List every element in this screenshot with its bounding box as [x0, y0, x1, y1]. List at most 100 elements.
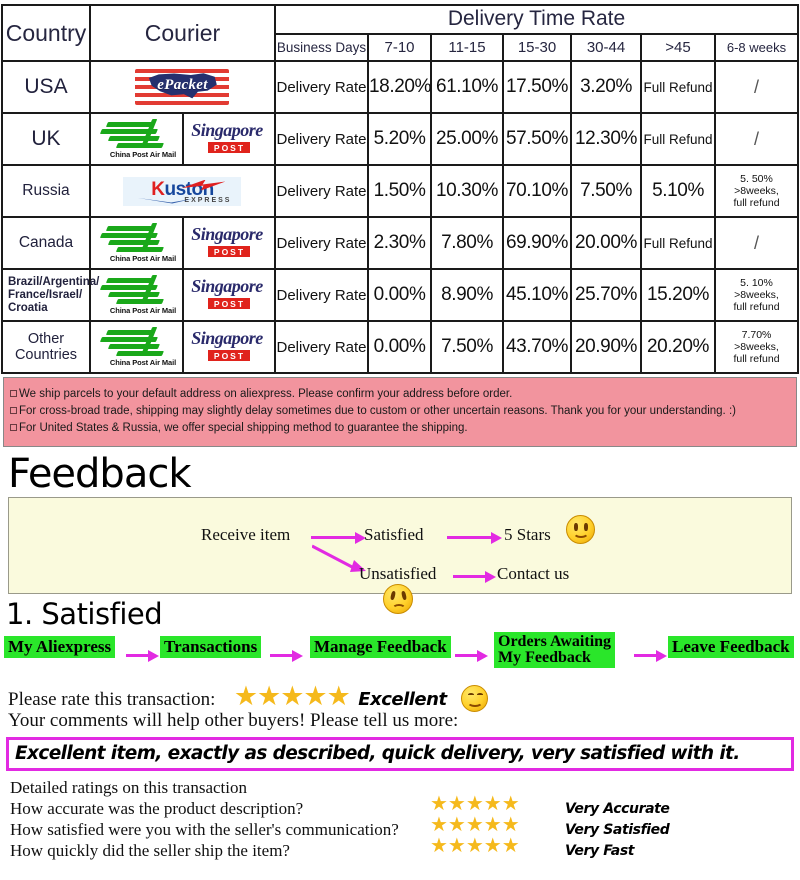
- china-post-air-mail-logo-icon: China Post Air Mail: [91, 119, 195, 159]
- detail-question: How satisfied were you with the seller's…: [10, 820, 399, 839]
- detail-question: How accurate was the product description…: [10, 799, 304, 818]
- notice-line: For United States & Russia, we offer spe…: [10, 421, 790, 436]
- rate-value: Full Refund: [640, 60, 716, 114]
- step-leave-feedback[interactable]: Leave Feedback: [668, 636, 794, 658]
- step-manage-feedback[interactable]: Manage Feedback: [310, 636, 451, 658]
- rate-value: 7.70% >8weeks, full refund: [713, 320, 800, 374]
- singapore-post-logo-icon: Singapore POST: [191, 224, 263, 257]
- detail-rating-row: How satisfied were you with the seller's…: [10, 815, 800, 840]
- rate-value: /: [713, 60, 800, 114]
- courier-logo-china-post: China Post Air Mail: [88, 112, 184, 166]
- bullet-box-icon: [10, 407, 17, 414]
- comment-text: Excellent item, exactly as described, qu…: [15, 743, 740, 764]
- header-range-30-44: 30-44: [570, 32, 642, 62]
- table-row: Canada China Post Air Mail Singapore POS…: [0, 216, 800, 270]
- feedback-flow-box: Receive item Satisfied 5 Stars Unsatisfi…: [8, 497, 792, 614]
- country-uk: UK: [0, 112, 91, 166]
- table-row: USA ePacket Delivery Rate 18.20% 61.10% …: [0, 60, 800, 114]
- delivery-rate-label: Delivery Rate: [274, 216, 369, 270]
- bullet-box-icon: [10, 390, 17, 397]
- detail-stars[interactable]: ★★★★★: [430, 794, 520, 815]
- rate-value: 57.50%: [502, 112, 572, 166]
- rate-value: 20.20%: [640, 320, 716, 374]
- rate-value: 7.80%: [430, 216, 504, 270]
- detail-rating-row: How accurate was the product description…: [10, 794, 800, 819]
- country-other: Other Countries: [0, 320, 91, 374]
- detailed-ratings-title: Detailed ratings on this transaction: [10, 778, 247, 797]
- step-orders-awaiting-my-feedback[interactable]: Orders Awaiting My Feedback: [494, 632, 616, 668]
- rate-value: 20.00%: [570, 216, 642, 270]
- rate-value: 20.90%: [570, 320, 642, 374]
- rate-value: 10.30%: [430, 164, 504, 218]
- feedback-heading: Feedback: [8, 451, 192, 497]
- country-usa: USA: [0, 60, 91, 114]
- header-delivery-time-rate: Delivery Time Rate: [273, 4, 800, 35]
- step-my-aliexpress[interactable]: My Aliexpress: [4, 636, 116, 658]
- detail-verdict: Very Satisfied: [565, 822, 670, 838]
- courier-logo-singapore-post: Singapore POST: [181, 268, 277, 322]
- rate-value: 7.50%: [430, 320, 504, 374]
- smiley-face-icon: [566, 515, 595, 544]
- detail-stars[interactable]: ★★★★★: [430, 815, 520, 836]
- country-canada: Canada: [0, 216, 91, 270]
- rating-stars[interactable]: ★★★★★: [234, 681, 351, 711]
- header-range-11-15: 11-15: [430, 32, 504, 62]
- singapore-post-logo-icon: Singapore POST: [191, 328, 263, 361]
- rate-value: 8.90%: [430, 268, 504, 322]
- table-header-row-1: Country Courier Delivery Time Rate: [0, 4, 800, 62]
- table-row: UK China Post Air Mail Singapore POST De…: [0, 112, 800, 166]
- header-range-over-45: >45: [640, 32, 716, 62]
- rate-value: 70.10%: [502, 164, 572, 218]
- table-row: Russia Kuston EXPRESS Delivery Rate 1.50…: [0, 164, 800, 218]
- bullet-box-icon: [10, 424, 17, 431]
- delivery-rate-label: Delivery Rate: [274, 268, 369, 322]
- delivery-rate-label: Delivery Rate: [274, 60, 369, 114]
- flow-contact-us: Contact us: [497, 564, 570, 583]
- table-row: Other Countries China Post Air Mail Sing…: [0, 320, 800, 374]
- comments-prompt: Your comments will help other buyers! Pl…: [8, 710, 459, 731]
- epacket-logo-icon: ePacket: [135, 69, 230, 105]
- courier-logo-china-post: China Post Air Mail: [88, 268, 184, 322]
- step-transactions[interactable]: Transactions: [160, 636, 262, 658]
- header-business-days: Business Days: [274, 32, 369, 62]
- shipping-notice-box: We ship parcels to your default address …: [3, 377, 797, 447]
- country-russia: Russia: [0, 164, 91, 218]
- rate-value: 7.50%: [570, 164, 642, 218]
- header-courier: Courier: [88, 4, 277, 62]
- delivery-rate-label: Delivery Rate: [274, 164, 369, 218]
- arrow-receive-to-unsatisfied: [312, 544, 366, 574]
- detail-verdict: Very Accurate: [565, 801, 670, 817]
- comment-textbox[interactable]: Excellent item, exactly as described, qu…: [6, 737, 794, 771]
- singapore-post-logo-icon: Singapore POST: [191, 120, 263, 153]
- flow-unsatisfied: Unsatisfied: [359, 564, 437, 583]
- detail-stars[interactable]: ★★★★★: [430, 836, 520, 857]
- header-range-7-10: 7-10: [367, 32, 432, 62]
- flow-receive-item: Receive item: [201, 525, 291, 544]
- shipping-rate-table: Country Courier Delivery Time Rate Busin…: [0, 4, 800, 374]
- rate-value: 1.50%: [367, 164, 432, 218]
- rate-value: 5. 10% >8weeks, full refund: [713, 268, 800, 322]
- rate-value: 0.00%: [367, 320, 432, 374]
- rate-value: 15.20%: [640, 268, 716, 322]
- rate-transaction-line: Please rate this transaction: ★★★★★ Exce…: [8, 678, 800, 712]
- rate-value: 25.70%: [570, 268, 642, 322]
- rate-value: /: [713, 216, 800, 270]
- courier-logo-singapore-post: Singapore POST: [181, 320, 277, 374]
- rating-word: Excellent: [358, 689, 447, 710]
- rate-prompt: Please rate this transaction:: [8, 689, 216, 710]
- detailed-ratings-section: Detailed ratings on this transaction How…: [10, 777, 800, 861]
- rate-value: 43.70%: [502, 320, 572, 374]
- rate-value: 5.20%: [367, 112, 432, 166]
- rate-value: 5. 50% >8weeks, full refund: [713, 164, 800, 218]
- china-post-air-mail-logo-icon: China Post Air Mail: [91, 223, 195, 263]
- china-post-air-mail-logo-icon: China Post Air Mail: [91, 275, 195, 315]
- rate-value: Full Refund: [640, 216, 716, 270]
- china-post-air-mail-logo-icon: China Post Air Mail: [91, 327, 195, 367]
- rate-value: Full Refund: [640, 112, 716, 166]
- singapore-post-logo-icon: Singapore POST: [191, 276, 263, 309]
- courier-logo-epacket: ePacket: [88, 60, 277, 114]
- detail-rating-row: How quickly did the seller ship the item…: [10, 836, 800, 861]
- rate-value: 3.20%: [570, 60, 642, 114]
- notice-line: For cross-broad trade, shipping may slig…: [10, 404, 790, 419]
- detail-question: How quickly did the seller ship the item…: [10, 841, 290, 860]
